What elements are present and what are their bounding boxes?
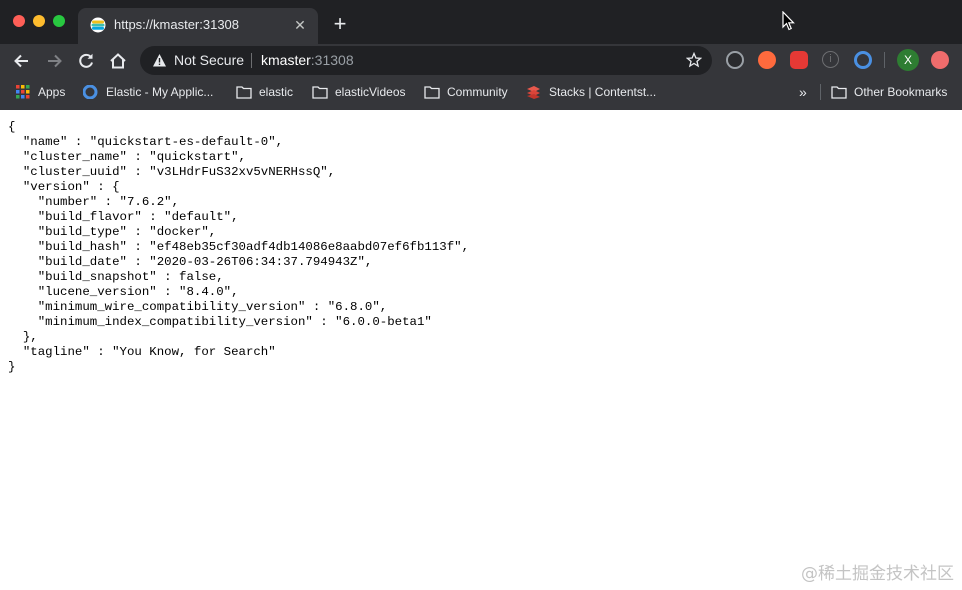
star-icon[interactable]	[686, 52, 702, 68]
contentstack-icon	[527, 86, 540, 99]
bookmark-label: Apps	[38, 85, 66, 99]
bookmark-label: Other Bookmarks	[854, 85, 948, 99]
active-tab[interactable]: https://kmaster:31308 ✕	[78, 8, 318, 44]
extension-gray-icon[interactable]	[726, 51, 744, 69]
reload-icon[interactable]	[75, 50, 97, 72]
browser-chrome: https://kmaster:31308 ✕ + Not Secure kma…	[0, 0, 962, 110]
minimize-window-button[interactable]	[33, 15, 45, 27]
divider	[820, 84, 821, 100]
address-bar[interactable]: Not Secure kmaster:31308	[140, 46, 712, 75]
back-arrow-icon[interactable]	[11, 50, 33, 72]
elastic-icon	[90, 17, 106, 33]
folder-icon	[312, 86, 328, 99]
divider	[251, 53, 252, 68]
tab-strip: https://kmaster:31308 ✕ +	[0, 0, 962, 44]
bookmark-label: elasticVideos	[335, 85, 406, 99]
extension-pink-icon[interactable]	[931, 51, 949, 69]
elastic-icon	[83, 85, 98, 99]
folder-icon	[236, 86, 252, 99]
bookmark-label: Community	[447, 85, 508, 99]
security-status[interactable]: Not Secure	[174, 52, 244, 69]
watermark: @稀土掘金技术社区	[801, 564, 954, 584]
apps-grid-icon	[16, 85, 30, 99]
url-text[interactable]: kmaster:31308	[261, 52, 354, 69]
warning-icon	[153, 54, 166, 67]
bookmark-label: Stacks | Contentst...	[549, 85, 657, 99]
url-host: kmaster	[261, 52, 311, 68]
maximize-window-button[interactable]	[53, 15, 65, 27]
folder-icon	[424, 86, 440, 99]
divider	[884, 52, 885, 68]
tab-title: https://kmaster:31308	[114, 17, 240, 32]
extension-red-hand-icon[interactable]	[790, 51, 808, 69]
home-icon[interactable]	[107, 50, 129, 72]
close-window-button[interactable]	[13, 15, 25, 27]
profile-avatar[interactable]: X	[897, 49, 919, 71]
new-tab-button[interactable]: +	[330, 13, 350, 35]
json-response: { "name" : "quickstart-es-default-0", "c…	[8, 120, 470, 374]
url-port: :31308	[310, 52, 354, 68]
page-content: { "name" : "quickstart-es-default-0", "c…	[0, 110, 962, 590]
bookmarks-overflow-button[interactable]: »	[799, 83, 807, 101]
bookmark-label: Elastic - My Applic...	[106, 85, 214, 99]
extension-orange-icon[interactable]	[758, 51, 776, 69]
close-icon[interactable]: ✕	[292, 17, 308, 33]
mouse-cursor-icon	[782, 11, 795, 31]
folder-icon	[831, 86, 847, 99]
extension-blue-icon[interactable]	[854, 51, 872, 69]
bookmark-label: elastic	[259, 85, 294, 99]
extension-info-icon[interactable]: i	[822, 51, 839, 68]
forward-arrow-icon[interactable]	[43, 50, 65, 72]
